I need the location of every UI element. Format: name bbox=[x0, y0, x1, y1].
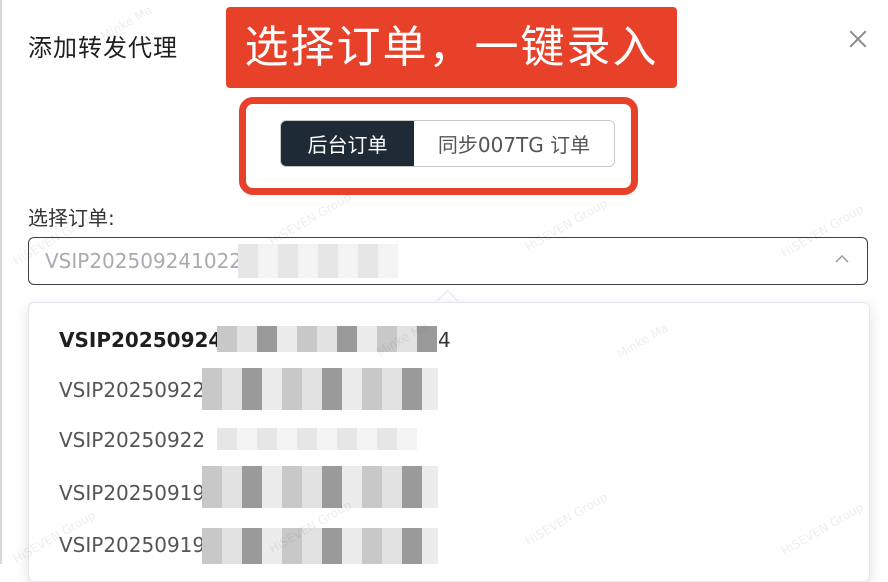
dialog-title: 添加转发代理 bbox=[28, 34, 178, 62]
annotation-banner: 选择订单，一键录入 bbox=[226, 7, 677, 88]
select-order-label: 选择订单: bbox=[28, 206, 115, 230]
order-option[interactable]: VSIP20250919 bbox=[59, 533, 205, 557]
order-source-tabs: 后台订单 同步007TG 订单 bbox=[280, 120, 615, 167]
order-option-tail: 4 bbox=[438, 328, 451, 352]
redacted-block bbox=[238, 244, 398, 278]
order-option-label: VSIP20250922 bbox=[59, 428, 206, 452]
chevron-up-icon bbox=[835, 254, 849, 263]
redacted-block bbox=[217, 428, 417, 450]
order-option-label: VSIP20250922 bbox=[59, 378, 206, 402]
order-select[interactable]: VSIP2025092410224 bbox=[28, 237, 868, 285]
order-option[interactable]: VSIP20250922 bbox=[59, 428, 205, 452]
redacted-block bbox=[217, 326, 437, 352]
tab-backend-orders[interactable]: 后台订单 bbox=[281, 121, 414, 166]
tab-sync-007tg-orders[interactable]: 同步007TG 订单 bbox=[414, 121, 614, 166]
order-option[interactable]: VSIP20250924 bbox=[59, 328, 222, 352]
add-forward-proxy-dialog: 添加转发代理 选择订单，一键录入 后台订单 同步007TG 订单 选择订单: V… bbox=[0, 0, 888, 582]
redacted-block bbox=[202, 528, 438, 564]
order-option[interactable]: VSIP20250919 bbox=[59, 481, 205, 505]
order-option-label: VSIP20250924 bbox=[59, 328, 223, 352]
selected-order-value: VSIP2025092410224 bbox=[45, 249, 255, 273]
order-option[interactable]: VSIP20250922 bbox=[59, 378, 205, 402]
order-option-label: VSIP20250919 bbox=[59, 481, 206, 505]
redacted-block bbox=[202, 368, 438, 410]
order-option-label: VSIP20250919 bbox=[59, 533, 206, 557]
close-icon[interactable] bbox=[844, 26, 872, 54]
redacted-block bbox=[202, 466, 438, 508]
